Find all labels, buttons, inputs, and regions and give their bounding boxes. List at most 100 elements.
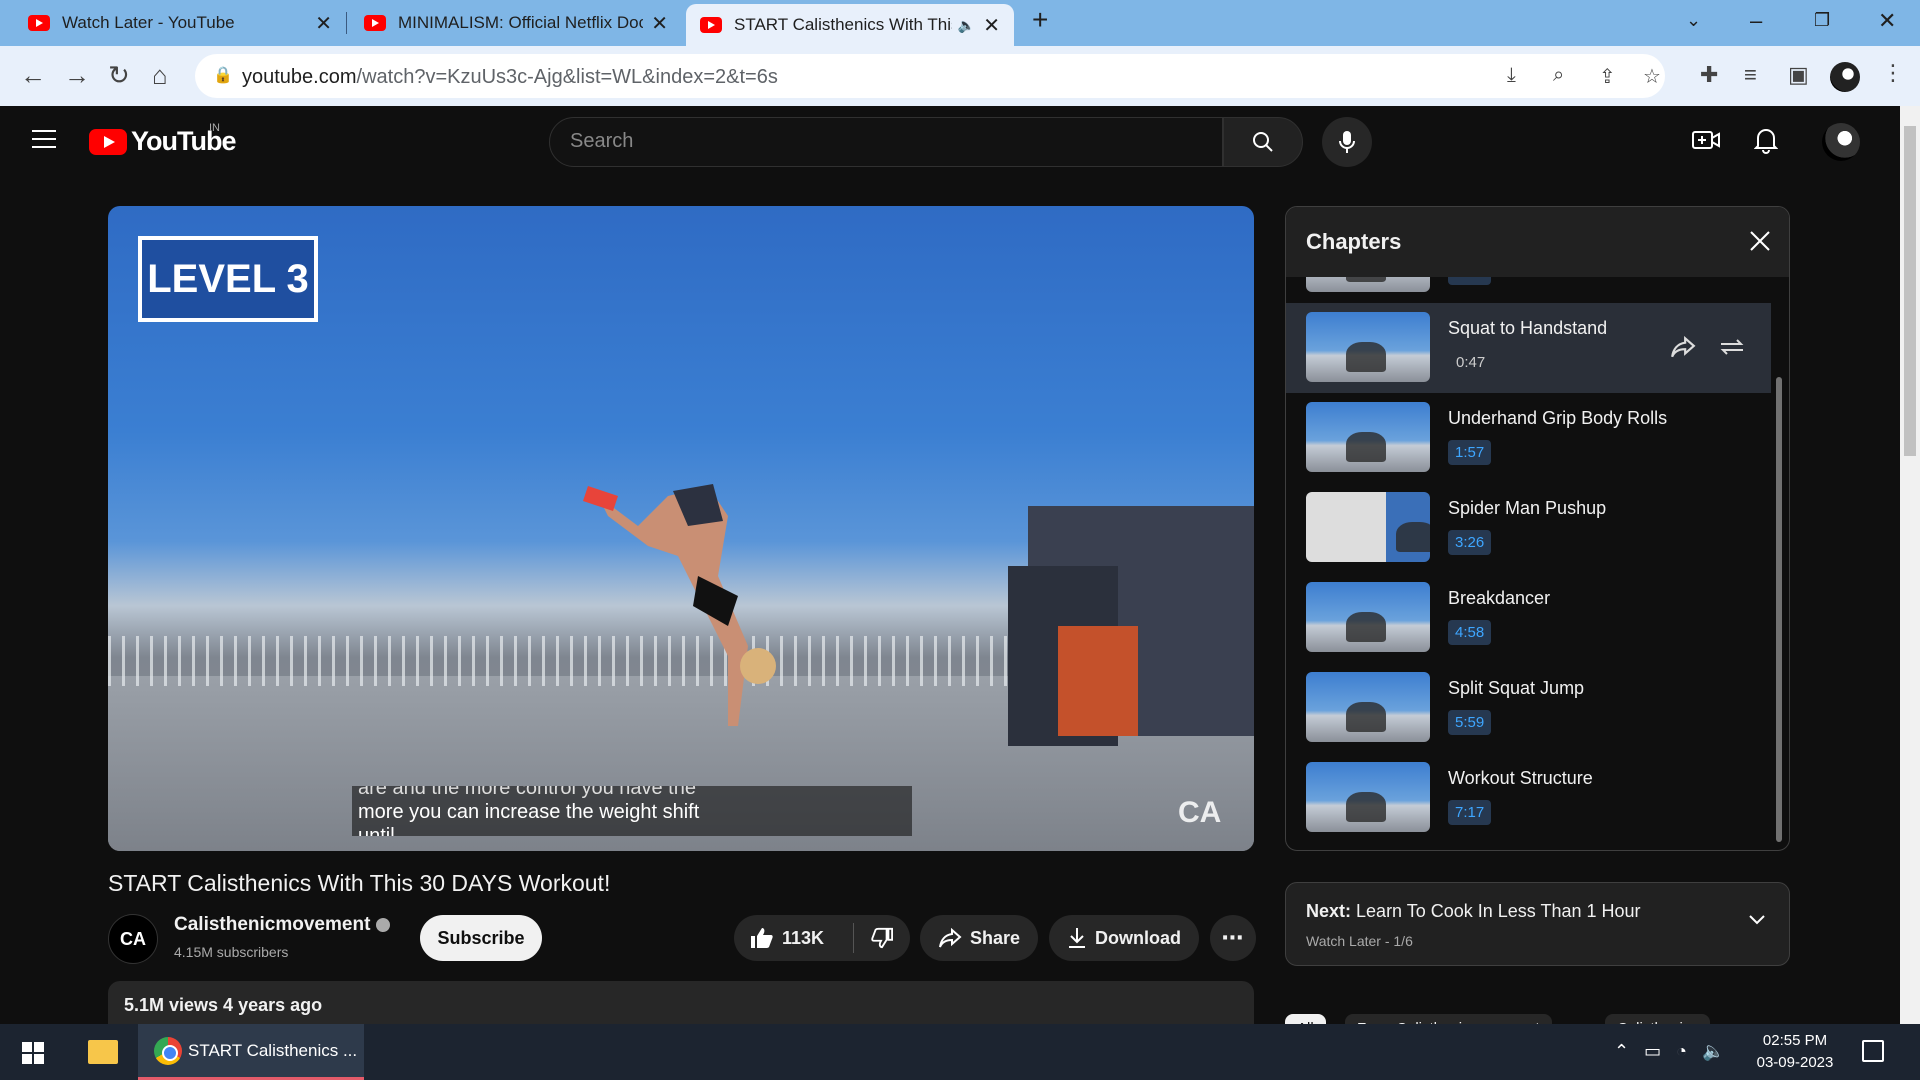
chapter-thumbnail: [1306, 672, 1430, 742]
lock-icon[interactable]: 🔒: [213, 65, 233, 85]
channel-avatar[interactable]: CA: [108, 914, 158, 964]
new-tab-icon[interactable]: +: [1032, 4, 1048, 36]
chapter-timestamp: 7:17: [1448, 800, 1492, 825]
chevron-down-icon[interactable]: [1748, 913, 1766, 931]
create-video-icon[interactable]: [1692, 128, 1720, 157]
chapters-panel: Chapters 0:00 Squat to Handstand 0:47: [1285, 206, 1790, 851]
forward-icon[interactable]: →: [64, 60, 90, 91]
youtube-page: YouTube IN Search LEVEL 3 are and the mo…: [0, 106, 1900, 1080]
chapter-thumbnail: [1306, 277, 1430, 292]
notifications-icon[interactable]: [1862, 1040, 1884, 1062]
notifications-bell-icon[interactable]: [1753, 126, 1779, 159]
video-frame-railing: [108, 636, 1008, 686]
channel-watermark[interactable]: CA: [1178, 796, 1221, 830]
battery-icon[interactable]: ▭: [1644, 1041, 1661, 1061]
chapter-item-active[interactable]: Squat to Handstand 0:47: [1286, 303, 1771, 393]
extensions-icon[interactable]: ✚: [1700, 62, 1718, 88]
chapter-item[interactable]: Spider Man Pushup 3:26: [1286, 483, 1771, 573]
youtube-play-icon: [89, 128, 127, 155]
tab-search-chevron-icon[interactable]: ⌄: [1686, 10, 1701, 31]
dislike-button[interactable]: [854, 927, 910, 949]
channel-name-row[interactable]: Calisthenicmovement: [174, 914, 391, 936]
tab-title: MINIMALISM: Official Netflix Doc: [398, 13, 644, 32]
tab-start-calisthenics[interactable]: START Calisthenics With This 🔈 ✕: [686, 4, 1014, 46]
audio-playing-icon[interactable]: 🔈: [958, 17, 975, 34]
chapter-timestamp: 5:59: [1448, 710, 1492, 735]
download-label: Download: [1095, 927, 1181, 948]
chapter-item[interactable]: Breakdancer 4:58: [1286, 573, 1771, 663]
install-app-icon[interactable]: ⤓: [1507, 64, 1516, 87]
chapters-scrollbar[interactable]: [1776, 377, 1782, 842]
side-panel-icon[interactable]: ▣: [1788, 62, 1809, 88]
account-avatar[interactable]: [1822, 123, 1860, 161]
close-tab-icon[interactable]: ✕: [315, 11, 332, 36]
search-button[interactable]: [1223, 117, 1303, 167]
close-tab-icon[interactable]: ✕: [983, 13, 1000, 38]
youtube-logo[interactable]: YouTube IN: [89, 122, 236, 157]
home-icon[interactable]: ⌂: [152, 60, 168, 91]
chapters-list: 0:00 Squat to Handstand 0:47 Underhand G…: [1286, 277, 1789, 850]
video-frame-door: [1058, 626, 1138, 736]
back-icon[interactable]: ←: [20, 60, 46, 91]
close-tab-icon[interactable]: ✕: [651, 11, 668, 36]
search-input[interactable]: Search: [570, 130, 633, 153]
windows-start-icon[interactable]: [22, 1042, 44, 1064]
tray-expand-icon[interactable]: ⌃: [1614, 1041, 1629, 1061]
up-next-playlist[interactable]: Next: Learn To Cook In Less Than 1 Hour …: [1285, 882, 1790, 966]
tab-watch-later[interactable]: Watch Later - YouTube ✕: [14, 0, 346, 46]
chapter-thumbnail: [1306, 582, 1430, 652]
loop-chapter-icon[interactable]: [1718, 336, 1746, 363]
url-text[interactable]: youtube.com/watch?v=KzuUs3c-Ajg&list=WL&…: [242, 66, 778, 89]
system-clock[interactable]: 02:55 PM 03-09-2023: [1740, 1030, 1850, 1074]
zoom-icon[interactable]: ⌕: [1553, 64, 1564, 87]
tab-divider: [346, 12, 347, 34]
up-next-video-title: Learn To Cook In Less Than 1 Hour: [1356, 901, 1641, 921]
scrollbar-thumb[interactable]: [1904, 126, 1916, 456]
profile-avatar[interactable]: [1830, 62, 1860, 92]
volume-icon[interactable]: 🔈: [1702, 1041, 1724, 1061]
restore-icon[interactable]: ❐: [1814, 10, 1830, 31]
voice-search-button[interactable]: [1322, 117, 1372, 167]
close-icon[interactable]: [1748, 229, 1772, 258]
chapters-title: Chapters: [1306, 229, 1402, 254]
share-button[interactable]: Share: [920, 915, 1038, 961]
address-bar[interactable]: 🔒 youtube.com/watch?v=KzuUs3c-Ajg&list=W…: [195, 54, 1665, 98]
chapter-item[interactable]: Split Squat Jump 5:59: [1286, 663, 1771, 753]
minimize-icon[interactable]: –: [1750, 8, 1762, 34]
caption-line: until: [358, 825, 395, 836]
search-box[interactable]: Search: [549, 117, 1223, 167]
taskbar-chrome-window[interactable]: START Calisthenics ...: [138, 1024, 364, 1080]
reload-icon[interactable]: ↻: [108, 60, 130, 91]
channel-name[interactable]: Calisthenicmovement: [174, 914, 370, 935]
tab-title: START Calisthenics With This: [734, 15, 952, 34]
chapter-item[interactable]: Workout Structure 7:17: [1286, 753, 1771, 843]
tab-minimalism[interactable]: MINIMALISM: Official Netflix Doc ✕: [350, 0, 682, 46]
share-page-icon[interactable]: ⇪: [1599, 64, 1616, 89]
closed-caption: are and the more control you have the mo…: [352, 786, 912, 836]
chapter-timestamp: 0:47: [1456, 354, 1486, 371]
close-window-icon[interactable]: ✕: [1878, 8, 1896, 34]
like-dislike-group: 113K: [734, 915, 910, 961]
file-explorer-icon[interactable]: [88, 1040, 118, 1064]
chapter-item[interactable]: Underhand Grip Body Rolls 1:57: [1286, 393, 1771, 483]
wifi-icon[interactable]: ◔: [1676, 1041, 1687, 1061]
more-actions-button[interactable]: ⋯: [1210, 915, 1256, 961]
windows-taskbar: START Calisthenics ... ⌃ ▭ ◔ 🔈 02:55 PM …: [0, 1024, 1920, 1080]
chapter-timestamp: 0:00: [1448, 277, 1492, 285]
views-and-age: 5.1M views 4 years ago: [124, 995, 323, 1015]
browser-tab-strip: Watch Later - YouTube ✕ MINIMALISM: Offi…: [0, 0, 1920, 46]
page-scrollbar[interactable]: [1900, 106, 1920, 1024]
subscriber-count: 4.15M subscribers: [174, 944, 289, 960]
media-control-icon[interactable]: ≡: [1744, 62, 1757, 88]
caption-line: are and the more control you have the: [358, 786, 696, 799]
bookmark-star-icon[interactable]: ☆: [1643, 64, 1661, 89]
thumbs-down-icon: [871, 927, 893, 949]
share-chapter-icon[interactable]: [1670, 335, 1696, 363]
hamburger-menu-icon[interactable]: [32, 130, 56, 148]
download-button[interactable]: Download: [1049, 915, 1199, 961]
like-button[interactable]: 113K: [734, 923, 854, 953]
subscribe-button[interactable]: Subscribe: [420, 915, 542, 961]
chrome-menu-icon[interactable]: ⋮: [1882, 60, 1904, 86]
chapter-item[interactable]: 0:00: [1286, 277, 1771, 303]
video-player[interactable]: LEVEL 3 are and the more control you hav…: [108, 206, 1254, 851]
